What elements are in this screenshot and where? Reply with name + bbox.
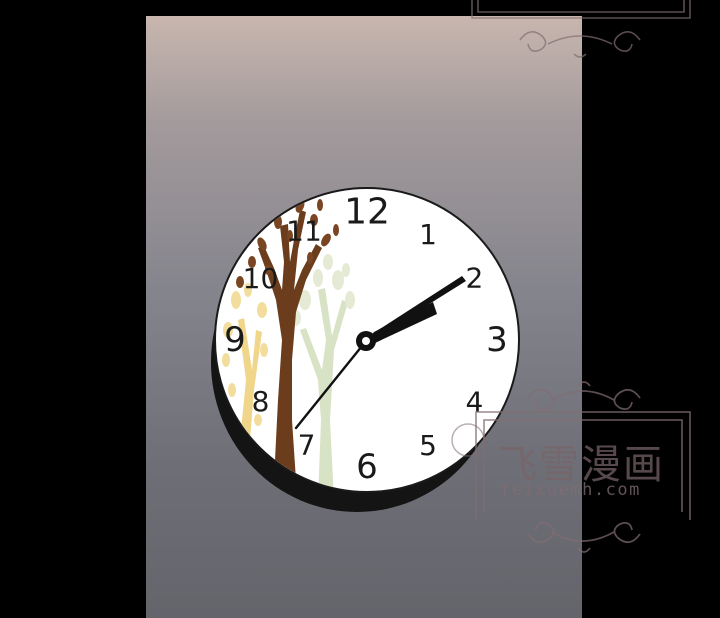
comic-frame: 12 1 2 3 4 5 6 7 8 9 10 11 飞雪漫画 feixuemh… — [0, 0, 720, 618]
numeral-1: 1 — [419, 218, 437, 251]
wall-clock: 12 1 2 3 4 5 6 7 8 9 10 11 — [211, 187, 520, 512]
numeral-2: 2 — [465, 262, 483, 295]
numeral-8: 8 — [252, 385, 270, 418]
numeral-10: 10 — [243, 262, 279, 295]
numeral-7: 7 — [298, 428, 316, 461]
numeral-11: 11 — [286, 214, 322, 247]
hand-hub-center — [362, 337, 370, 345]
numeral-6: 6 — [356, 447, 378, 487]
numeral-4: 4 — [465, 386, 483, 419]
numeral-3: 3 — [486, 320, 508, 360]
numeral-12: 12 — [344, 192, 390, 233]
numeral-9: 9 — [224, 320, 246, 360]
numeral-5: 5 — [419, 429, 437, 462]
